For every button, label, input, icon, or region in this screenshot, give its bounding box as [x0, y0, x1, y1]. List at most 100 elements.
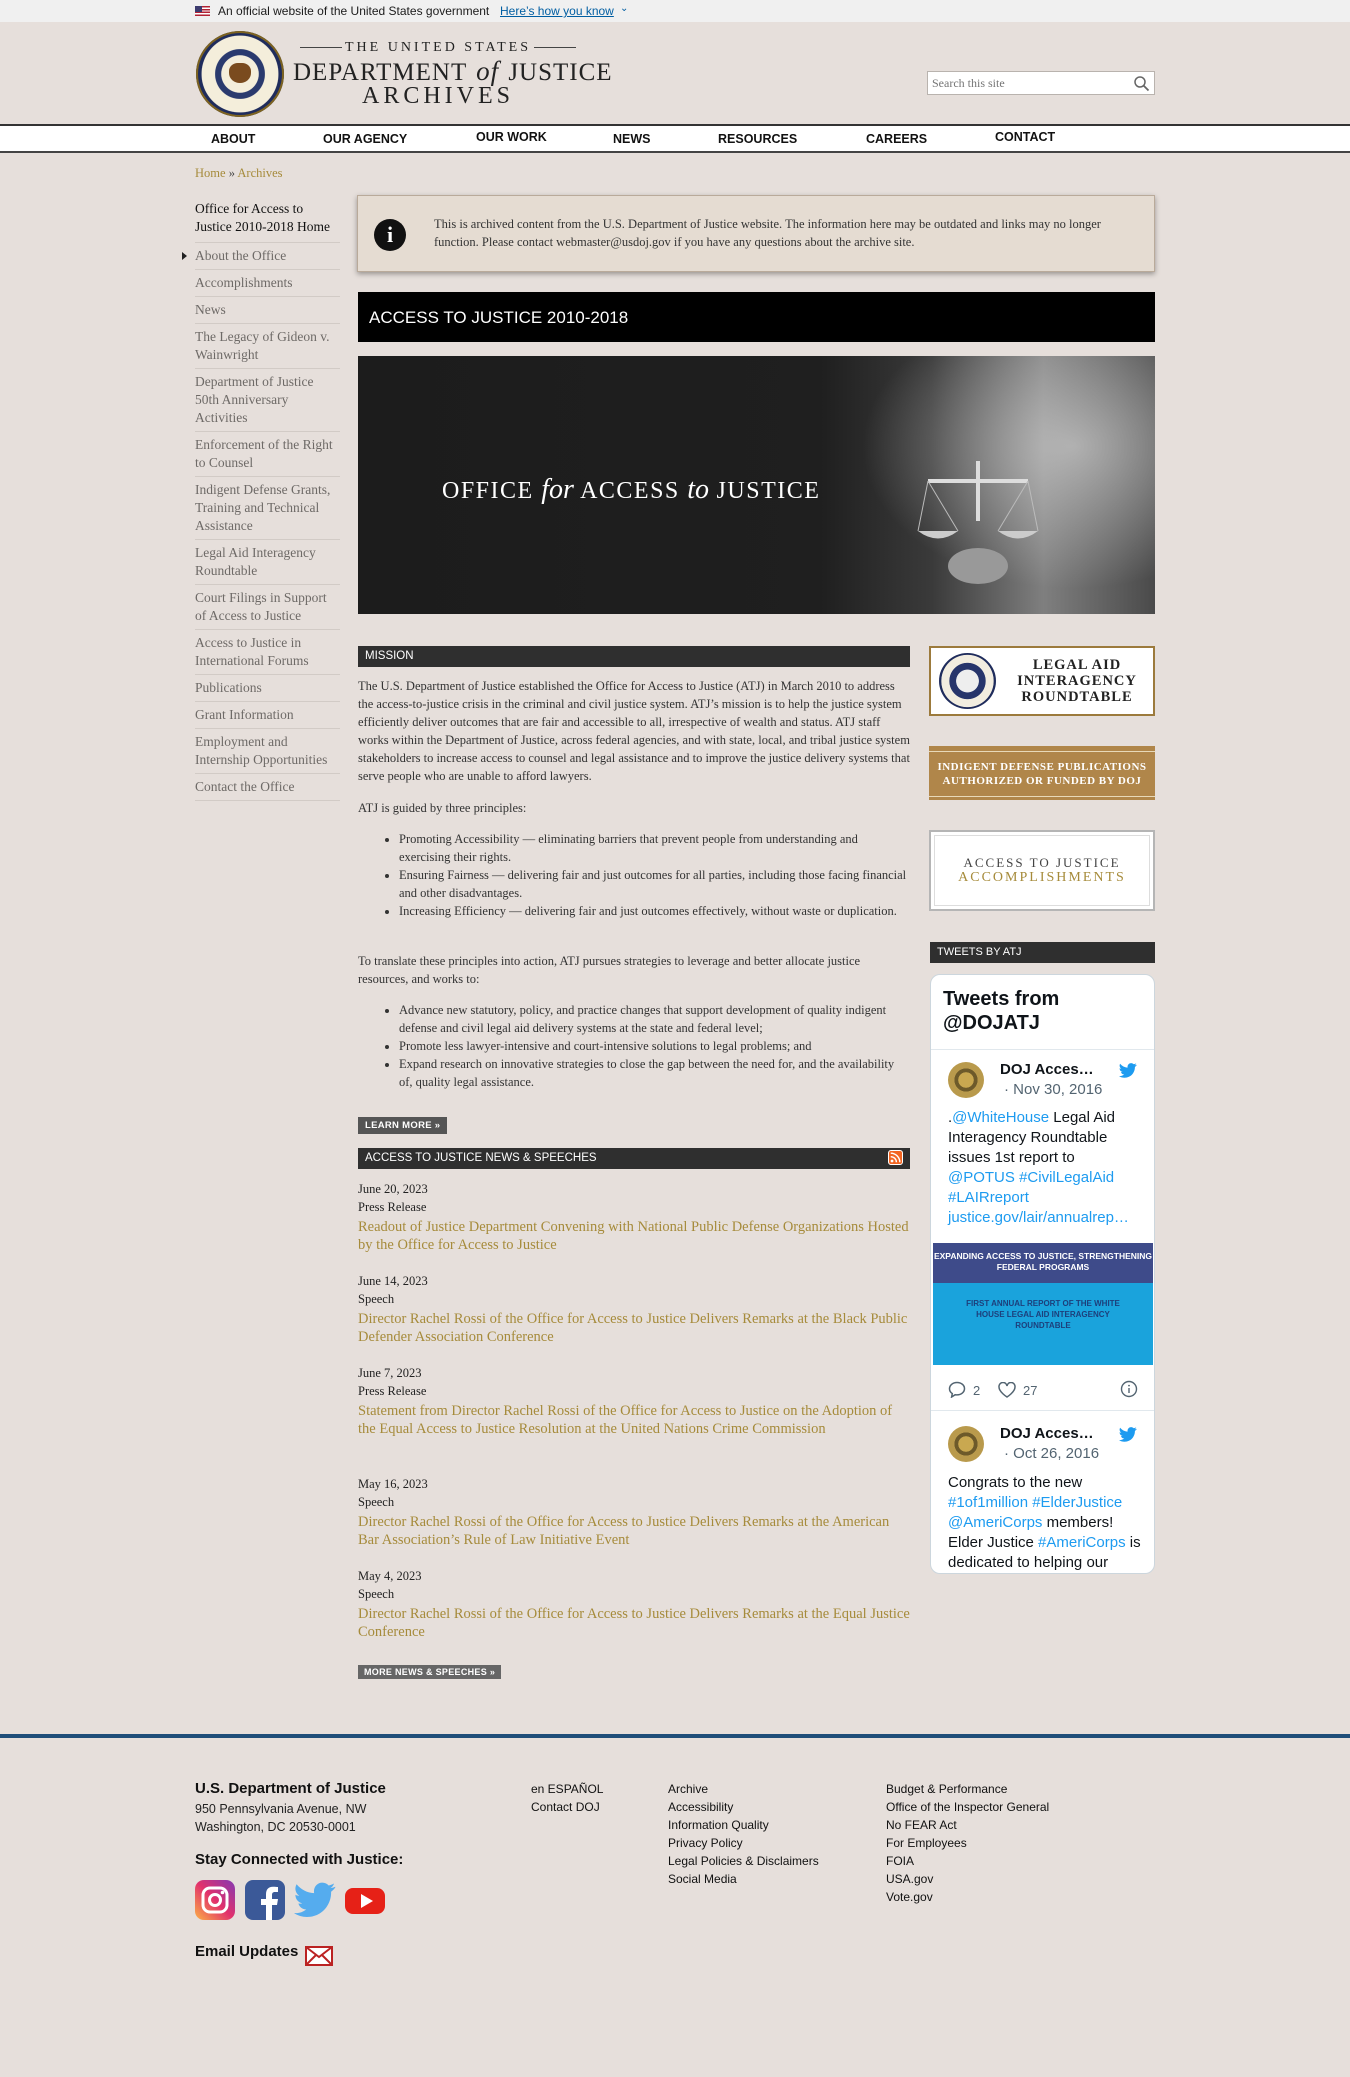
tweet-author-name[interactable]: DOJ Acces…: [1000, 1061, 1094, 1078]
news-title-link[interactable]: Director Rachel Rossi of the Office for …: [358, 1310, 910, 1346]
sidebar-item-court-filings[interactable]: Court Filings in Support of Access to Ju…: [195, 585, 340, 630]
nav-careers[interactable]: CAREERS: [866, 132, 927, 146]
info-circle-icon[interactable]: [1120, 1380, 1138, 1398]
more-news-button[interactable]: MORE NEWS & SPEECHES »: [358, 1665, 502, 1679]
instagram-icon[interactable]: [195, 1880, 235, 1920]
footer-link-espanol[interactable]: en ESPAÑOL: [531, 1780, 603, 1798]
footer-link-budget[interactable]: Budget & Performance: [886, 1780, 1049, 1798]
footer-link-vote-gov[interactable]: Vote.gov: [886, 1888, 1049, 1906]
footer-link-legal-policies[interactable]: Legal Policies & Disclaimers: [668, 1852, 819, 1870]
news-title-link[interactable]: Director Rachel Rossi of the Office for …: [358, 1605, 910, 1641]
breadcrumb-home[interactable]: Home: [195, 166, 226, 180]
chevron-down-icon[interactable]: ⌄: [620, 3, 628, 14]
tweet-hashtags-link[interactable]: @POTUS #CivilLegalAid #LAIRreport justic…: [948, 1169, 1129, 1226]
sidebar-item-news[interactable]: News: [195, 297, 340, 324]
twitter-timeline-title: Tweets from @DOJATJ: [943, 988, 1060, 1034]
twitter-bird-icon[interactable]: [1119, 1063, 1137, 1078]
sidebar-nav: Office for Access to Justice 2010-2018 H…: [182, 200, 340, 801]
learn-more-button[interactable]: LEARN MORE »: [358, 1117, 448, 1134]
doj-seal-logo[interactable]: [196, 31, 284, 117]
stay-connected-heading: Stay Connected with Justice:: [195, 1851, 404, 1868]
nav-contact[interactable]: CONTACT: [995, 130, 1055, 144]
news-title-link[interactable]: Statement from Director Rachel Rossi of …: [358, 1402, 910, 1438]
sidebar-item-contact[interactable]: Contact the Office: [195, 774, 340, 801]
footer-link-inspector-general[interactable]: Office of the Inspector General: [886, 1798, 1049, 1816]
footer-link-usa-gov[interactable]: USA.gov: [886, 1870, 1049, 1888]
footer-link-archive[interactable]: Archive: [668, 1780, 819, 1798]
triangle-right-icon: [182, 252, 187, 260]
reply-icon[interactable]: [948, 1381, 966, 1398]
sidebar-item-grant-info[interactable]: Grant Information: [195, 702, 340, 729]
gov-banner: An official website of the United States…: [0, 0, 1350, 22]
rss-icon[interactable]: [888, 1150, 903, 1165]
heart-icon[interactable]: [998, 1382, 1016, 1398]
search-box: [927, 71, 1155, 95]
sidebar-item-international[interactable]: Access to Justice in International Forum…: [195, 630, 340, 675]
lair-promo-text: LEGAL AID INTERAGENCY ROUNDTABLE: [1017, 657, 1137, 705]
sidebar-item-about[interactable]: About the Office: [182, 243, 340, 270]
footer-link-social-media[interactable]: Social Media: [668, 1870, 819, 1888]
principles-list: Promoting Accessibility — eliminating ba…: [358, 830, 910, 920]
tweet-divider: [931, 1049, 1154, 1050]
news-title-link[interactable]: Readout of Justice Department Convening …: [358, 1218, 910, 1254]
footer-link-foia[interactable]: FOIA: [886, 1852, 1049, 1870]
sidebar-item-publications[interactable]: Publications: [195, 675, 340, 702]
logo-of: of: [476, 56, 500, 86]
news-title-link[interactable]: Director Rachel Rossi of the Office for …: [358, 1513, 910, 1549]
principle-efficiency: Increasing Efficiency — delivering fair …: [399, 902, 910, 920]
breadcrumb-archives[interactable]: Archives: [237, 166, 282, 180]
sidebar-item-gideon[interactable]: The Legacy of Gideon v. Wainwright: [195, 324, 340, 369]
tweet-mention-whitehouse[interactable]: @WhiteHouse: [952, 1109, 1049, 1126]
hero-word-access: ACCESS: [580, 478, 680, 504]
doj-avatar[interactable]: [948, 1426, 984, 1462]
footer-link-accessibility[interactable]: Accessibility: [668, 1798, 819, 1816]
logo-archives-text[interactable]: ARCHIVES: [296, 83, 580, 110]
tweet-text: Congrats to the new #1of1million #ElderJ…: [948, 1473, 1143, 1573]
footer-link-contact-doj[interactable]: Contact DOJ: [531, 1798, 603, 1816]
scales-statue-image: [917, 461, 1039, 584]
sidebar-item-employment[interactable]: Employment and Internship Opportunities: [195, 729, 340, 774]
twitter-bird-icon[interactable]: [1119, 1427, 1137, 1442]
footer-link-for-employees[interactable]: For Employees: [886, 1834, 1049, 1852]
sidebar-item-right-to-counsel[interactable]: Enforcement of the Right to Counsel: [195, 432, 340, 477]
tweet-date[interactable]: · Nov 30, 2016: [1004, 1081, 1102, 1098]
footer-link-no-fear-act[interactable]: No FEAR Act: [886, 1816, 1049, 1834]
lair-promo[interactable]: LEGAL AID INTERAGENCY ROUNDTABLE: [929, 646, 1155, 716]
sidebar-item-indigent-grants[interactable]: Indigent Defense Grants, Training and Te…: [195, 477, 340, 540]
twitter-timeline[interactable]: Tweets from @DOJATJ DOJ Acces… · Nov 30,…: [930, 974, 1155, 1574]
news-item: May 16, 2023 Speech Director Rachel Ross…: [358, 1475, 910, 1549]
footer-link-privacy-policy[interactable]: Privacy Policy: [668, 1834, 819, 1852]
tweet-media-image[interactable]: EXPANDING ACCESS TO JUSTICE, STRENGTHENI…: [933, 1243, 1153, 1365]
nav-news[interactable]: NEWS: [613, 132, 651, 146]
sidebar-home-link[interactable]: Office for Access to Justice 2010-2018 H…: [195, 200, 340, 243]
envelope-icon[interactable]: [304, 1941, 336, 1969]
tweet-author-name[interactable]: DOJ Acces…: [1000, 1425, 1094, 1442]
tweet-date[interactable]: · Oct 26, 2016: [1004, 1445, 1099, 1462]
news-date: May 16, 2023: [358, 1477, 428, 1491]
like-count: 27: [1023, 1383, 1038, 1398]
nav-our-work[interactable]: OUR WORK: [476, 130, 547, 144]
tweet-hashtag-americorps[interactable]: #AmeriCorps: [1038, 1534, 1126, 1551]
heres-how-you-know-link[interactable]: Here’s how you know: [500, 4, 614, 18]
sidebar-item-lair[interactable]: Legal Aid Interagency Roundtable: [195, 540, 340, 585]
footer-link-information-quality[interactable]: Information Quality: [668, 1816, 819, 1834]
nav-resources[interactable]: RESOURCES: [718, 132, 797, 146]
nav-about[interactable]: ABOUT: [211, 132, 255, 146]
email-updates-link[interactable]: Email Updates: [195, 1943, 298, 1960]
indigent-defense-promo[interactable]: INDIGENT DEFENSE PUBLICATIONS AUTHORIZED…: [929, 746, 1155, 800]
facebook-icon[interactable]: [245, 1880, 285, 1920]
youtube-icon[interactable]: [344, 1880, 386, 1920]
search-icon[interactable]: [1133, 75, 1150, 92]
footer-col-1: en ESPAÑOL Contact DOJ: [531, 1780, 603, 1816]
accomplishments-promo[interactable]: ACCESS TO JUSTICE ACCOMPLISHMENTS: [929, 830, 1155, 911]
doj-avatar[interactable]: [948, 1062, 984, 1098]
news-item: May 4, 2023 Speech Director Rachel Rossi…: [358, 1567, 910, 1641]
nav-our-agency[interactable]: OUR AGENCY: [323, 132, 407, 146]
twitter-icon[interactable]: [294, 1880, 336, 1920]
news-date: May 4, 2023: [358, 1569, 422, 1583]
sidebar-item-50th-anniversary[interactable]: Department of Justice 50th Anniversary A…: [195, 369, 340, 432]
search-input[interactable]: [928, 72, 1118, 94]
accomplishments-promo-line2: ACCOMPLISHMENTS: [958, 870, 1126, 885]
logo-top-text[interactable]: THE UNITED STATES: [296, 40, 580, 56]
sidebar-item-accomplishments[interactable]: Accomplishments: [195, 270, 340, 297]
